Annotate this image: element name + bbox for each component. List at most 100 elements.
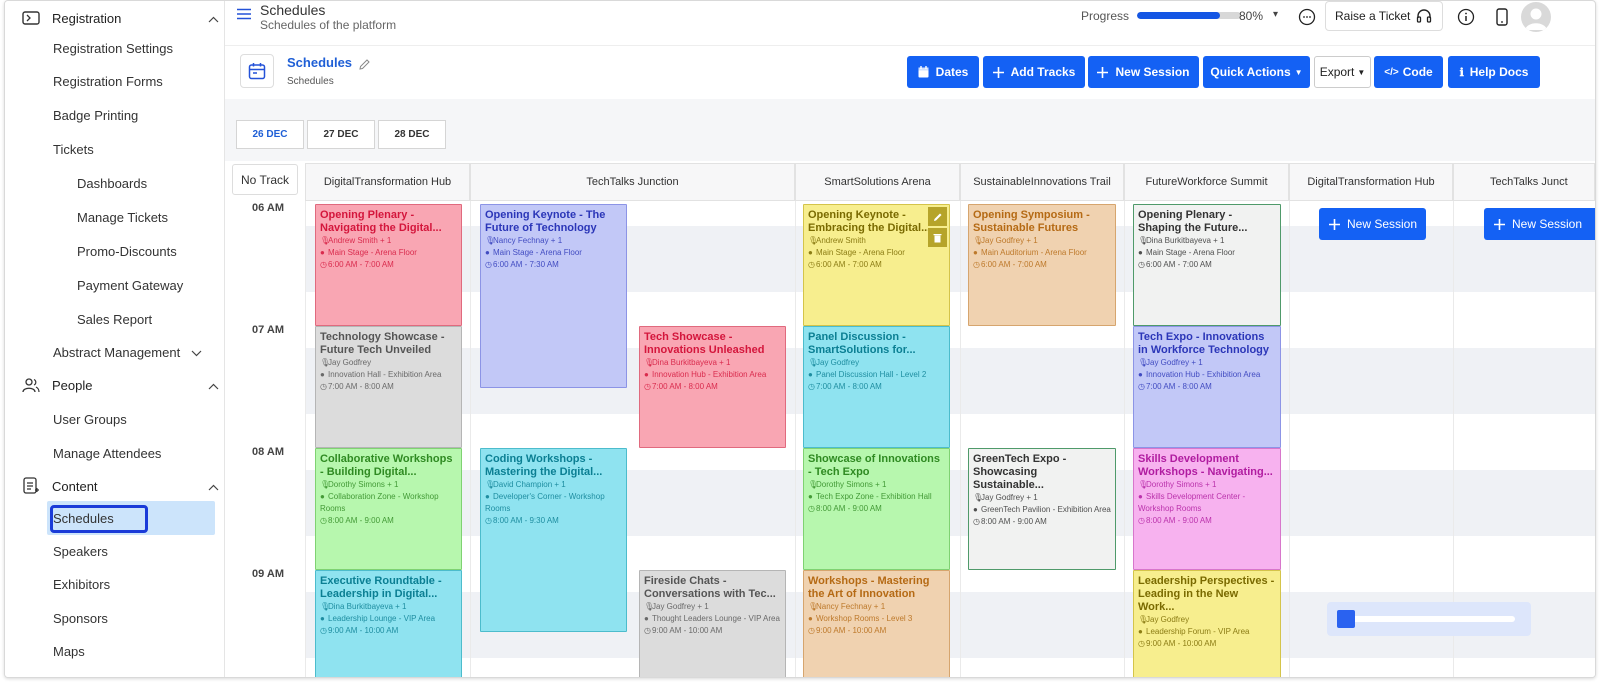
session-card[interactable]: Opening Symposium - Sustainable Futures 🎙… (968, 204, 1116, 326)
sidebar-section-people[interactable]: People (5, 368, 241, 402)
sidebar-section-content[interactable]: Content (5, 469, 241, 503)
session-time-text: 6:00 AM - 7:00 AM (328, 260, 394, 269)
day-tab-27-dec[interactable]: 27 DEC (307, 120, 375, 149)
quick-actions-button[interactable]: Quick Actions ▼ (1203, 56, 1310, 88)
code-button[interactable]: </> Code (1374, 56, 1443, 88)
session-title: Coding Workshops - Mastering the Digital… (485, 453, 603, 478)
progress-value: 80% (1239, 9, 1264, 23)
new-session-button-label: New Session (1115, 65, 1190, 79)
session-time-text: 6:00 AM - 7:00 AM (816, 260, 882, 269)
time-icon: ◷ (808, 626, 815, 635)
session-location: ● Leadership Lounge - VIP Area (320, 613, 457, 625)
day-tab-26-dec[interactable]: 26 DEC (236, 120, 304, 149)
sidebar-section-registration[interactable]: Registration (5, 1, 241, 35)
caret-down-icon[interactable]: ▾ (1273, 9, 1278, 20)
scroll-thumb[interactable] (1337, 610, 1355, 628)
speaker-icon: 🎙 (485, 236, 496, 245)
session-card[interactable]: Showcase of Innovations - Tech Expo 🎙Doro… (803, 448, 950, 570)
session-card[interactable]: Coding Workshops - Mastering the Digital… (480, 448, 627, 632)
export-button[interactable]: Export ▼ (1314, 56, 1371, 88)
location-icon: ● (973, 505, 978, 514)
pencil-icon[interactable] (359, 57, 370, 75)
time-icon: ◷ (1138, 260, 1145, 269)
calendar-icon (918, 66, 929, 78)
session-speaker-text: David Champion + 1 (493, 480, 566, 489)
chevron-up-icon[interactable] (208, 378, 219, 393)
sidebar-item-label: Manage Attendees (53, 445, 162, 461)
horizontal-scroll-control[interactable] (1327, 602, 1531, 636)
chevron-up-icon[interactable] (208, 479, 219, 494)
speaker-icon: 🎙 (808, 480, 819, 489)
dates-button[interactable]: Dates (907, 56, 979, 88)
mobile-icon[interactable] (1491, 6, 1513, 28)
info-icon[interactable] (1455, 6, 1477, 28)
sidebar-item-label: Exhibitors (53, 576, 111, 592)
session-location: ● Innovation Hall - Exhibition Area (320, 369, 457, 381)
session-card[interactable]: Fireside Chats - Conversations with Tec.… (639, 570, 786, 677)
chat-icon[interactable] (1296, 6, 1318, 28)
new-session-slot-button[interactable]: New Session (1319, 208, 1426, 240)
session-card[interactable]: Tech Expo - Innovations in Workforce Tec… (1133, 326, 1281, 448)
plus-icon (1329, 218, 1340, 230)
add-tracks-button[interactable]: Add Tracks (983, 56, 1085, 88)
session-card[interactable]: Workshops - Mastering the Art of Innovat… (803, 570, 950, 677)
session-card[interactable]: Collaborative Workshops - Building Digit… (315, 448, 462, 570)
add-tracks-button-label: Add Tracks (1010, 65, 1076, 79)
session-location-text: Innovation Hall - Exhibition Area (328, 370, 442, 379)
session-card[interactable]: Executive Roundtable - Leadership in Dig… (315, 570, 462, 677)
session-time-text: 8:00 AM - 9:00 AM (981, 517, 1047, 526)
help-docs-button[interactable]: ℹ Help Docs (1448, 56, 1540, 88)
export-button-label: Export (1319, 65, 1355, 79)
schedule-grid: No Track DigitalTransformation Hub TechT… (225, 161, 1595, 677)
menu-icon[interactable] (237, 7, 251, 25)
location-icon: ● (644, 370, 649, 379)
sidebar-section-label: Registration (52, 10, 122, 26)
grid-line (305, 201, 306, 677)
session-title: Skills Development Workshops - Navigatin… (1138, 453, 1273, 478)
chevron-up-icon[interactable] (208, 11, 219, 26)
session-speaker: 🎙Dorothy Simons + 1 (808, 479, 945, 491)
avatar[interactable] (1521, 2, 1551, 32)
edit-icon[interactable] (928, 207, 947, 226)
session-card[interactable]: Technology Showcase - Future Tech Unveil… (315, 326, 462, 448)
session-card[interactable]: Opening Plenary - Shaping the Future... 🎙… (1133, 204, 1281, 326)
session-time: ◷6:00 AM - 7:30 AM (485, 259, 622, 271)
time-icon: ◷ (644, 382, 651, 391)
time-icon: ◷ (973, 517, 980, 526)
page-title: Schedules (260, 2, 326, 18)
new-session-button[interactable]: New Session (1088, 56, 1199, 88)
session-location-text: Leadership Lounge - VIP Area (328, 614, 436, 623)
session-time: ◷9:00 AM - 10:00 AM (320, 625, 457, 637)
session-title: Tech Showcase - Innovations Unleashed (644, 331, 765, 356)
trash-icon[interactable] (928, 228, 947, 247)
session-card[interactable]: Opening Keynote - The Future of Technolo… (480, 204, 627, 388)
sidebar: Registration Registration Settings Regis… (5, 1, 250, 677)
session-speaker: 🎙Nancy Fechnay + 1 (485, 235, 622, 247)
session-card[interactable]: Tech Showcase - Innovations Unleashed 🎙Di… (639, 326, 786, 448)
session-speaker-text: Nancy Fechnay + 1 (493, 236, 563, 245)
chevron-down-icon[interactable] (191, 345, 202, 360)
no-track-toggle[interactable]: No Track (232, 164, 298, 195)
hour-label: 06 AM (252, 202, 284, 214)
speaker-icon: 🎙 (1138, 236, 1149, 245)
speaker-icon: 🎙 (973, 493, 984, 502)
raise-ticket-button[interactable]: Raise a Ticket (1325, 1, 1443, 31)
session-card[interactable]: Skills Development Workshops - Navigatin… (1133, 448, 1281, 570)
day-tab-28-dec[interactable]: 28 DEC (378, 120, 446, 149)
session-title: GreenTech Expo - Showcasing Sustainable.… (973, 453, 1067, 491)
session-card[interactable]: GreenTech Expo - Showcasing Sustainable.… (968, 448, 1116, 570)
session-card[interactable]: Leadership Perspectives - Leading in the… (1133, 570, 1281, 677)
session-card[interactable]: Panel Discussion - SmartSolutions for...… (803, 326, 950, 448)
new-session-slot-button[interactable]: New Session (1484, 208, 1595, 240)
caret-down-icon: ▼ (1294, 67, 1303, 77)
session-title: Opening Symposium - Sustainable Futures (973, 209, 1090, 234)
session-title: Panel Discussion - SmartSolutions for... (808, 331, 916, 356)
sidebar-section-label: People (52, 377, 93, 393)
session-card[interactable]: Opening Keynote - Embracing the Digital.… (803, 204, 950, 326)
session-speaker: 🎙Jay Godfrey + 1 (973, 492, 1111, 504)
hour-label: 09 AM (252, 568, 284, 580)
progress-fill (1137, 12, 1221, 19)
session-card[interactable]: Opening Plenary - Navigating the Digital… (315, 204, 462, 326)
speaker-icon: 🎙 (320, 358, 331, 367)
session-location-text: Main Stage - Arena Floor (816, 248, 905, 257)
